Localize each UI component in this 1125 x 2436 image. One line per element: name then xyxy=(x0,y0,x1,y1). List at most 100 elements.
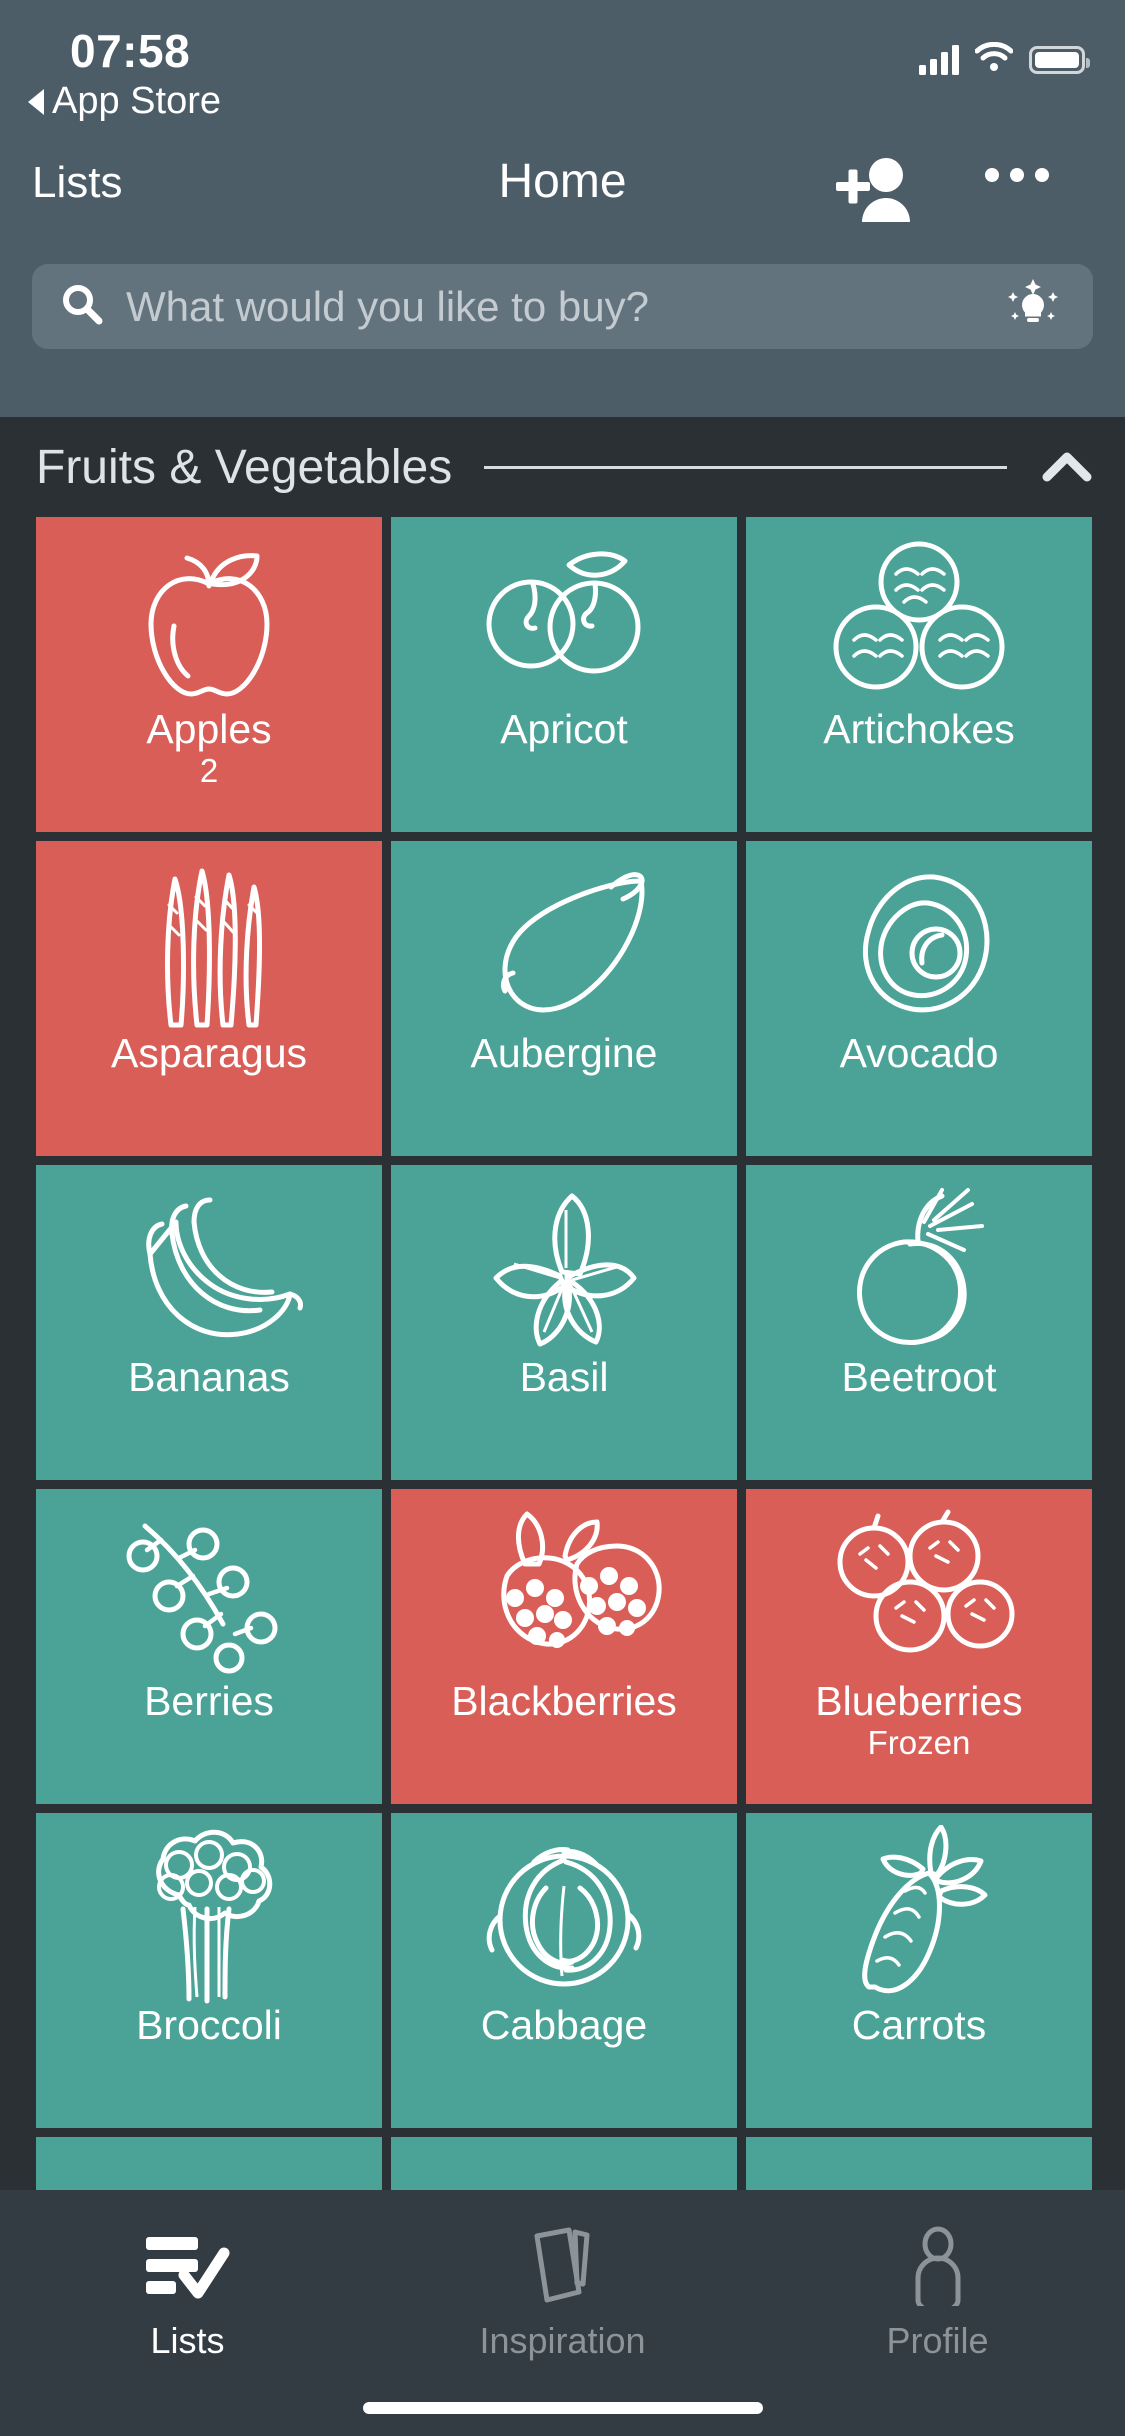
add-person-button[interactable] xyxy=(830,150,920,230)
home-indicator xyxy=(362,2402,763,2414)
item-name: Aubergine xyxy=(470,1030,658,1076)
bananas-icon xyxy=(36,1165,382,1355)
item-tile[interactable]: Blueberries Frozen xyxy=(746,1489,1092,1804)
top-chrome: 07:58 App Store Lists Home What would yo… xyxy=(0,0,1125,417)
search-input[interactable]: What would you like to buy? xyxy=(126,283,1003,331)
item-name: Basil xyxy=(519,1354,609,1400)
item-tile[interactable]: Asparagus xyxy=(36,841,382,1156)
item-labels: Cabbage xyxy=(391,2002,737,2048)
item-tile[interactable] xyxy=(36,2137,382,2190)
item-tile[interactable]: Bananas xyxy=(36,1165,382,1480)
more-dot xyxy=(1035,168,1049,182)
back-app-label: App Store xyxy=(52,80,221,122)
page-title: Home xyxy=(498,155,627,208)
item-name: Broccoli xyxy=(136,2002,282,2048)
tab-profile[interactable]: Profile xyxy=(750,2190,1125,2362)
item-tile[interactable]: Basil xyxy=(391,1165,737,1480)
item-labels: Apricot xyxy=(391,706,737,752)
item-tile[interactable]: Blackberries xyxy=(391,1489,737,1804)
item-tile[interactable]: Apples 2 xyxy=(36,517,382,832)
item-tile[interactable] xyxy=(746,2137,1092,2190)
item-labels: Berries xyxy=(36,1678,382,1724)
item-name: Apricot xyxy=(500,706,628,752)
avocado-icon xyxy=(746,841,1092,1031)
apple-icon xyxy=(36,517,382,707)
item-name: Cabbage xyxy=(480,2002,648,2048)
category-scroll-area[interactable]: Fruits & Vegetables Apples 2 Apricot Art… xyxy=(0,417,1125,2190)
item-tile[interactable]: Aubergine xyxy=(391,841,737,1156)
cabbage-icon xyxy=(391,1813,737,2003)
status-indicators xyxy=(919,41,1090,77)
section-title: Fruits & Vegetables xyxy=(36,440,453,494)
status-bar: 07:58 App Store xyxy=(0,0,1125,140)
item-tile[interactable]: Cabbage xyxy=(391,1813,737,2128)
search-icon xyxy=(60,282,104,331)
item-tile[interactable]: Apricot xyxy=(391,517,737,832)
item-subtitle: Frozen xyxy=(867,1724,971,1762)
broccoli-icon xyxy=(36,1813,382,2004)
item-tile[interactable]: Beetroot xyxy=(746,1165,1092,1480)
apricot-icon xyxy=(391,517,737,707)
item-tile[interactable]: Carrots xyxy=(746,1813,1092,2128)
item-labels: Basil xyxy=(391,1354,737,1400)
more-options-button[interactable] xyxy=(985,168,1049,182)
chevron-up-icon[interactable] xyxy=(1039,445,1095,489)
status-time: 07:58 xyxy=(70,25,191,77)
bottom-tab-bar: Lists Inspiration Profile xyxy=(0,2190,1125,2436)
item-labels: Carrots xyxy=(746,2002,1092,2048)
berries-icon xyxy=(36,1489,382,1679)
item-labels: Broccoli xyxy=(36,2002,382,2048)
cellular-signal-icon xyxy=(919,44,959,75)
item-icon xyxy=(36,2137,382,2190)
item-tile[interactable]: Broccoli xyxy=(36,1813,382,2128)
item-name: Berries xyxy=(144,1678,274,1724)
back-to-app-store[interactable]: App Store xyxy=(28,80,221,123)
item-tile[interactable]: Avocado xyxy=(746,841,1092,1156)
item-labels: Artichokes xyxy=(746,706,1092,752)
item-labels: Apples 2 xyxy=(36,707,382,790)
section-divider xyxy=(484,465,1007,469)
lightbulb-idea-icon[interactable] xyxy=(1003,274,1063,339)
blackberries-icon xyxy=(391,1489,737,1679)
item-icon xyxy=(391,2137,737,2190)
tab-inspiration[interactable]: Inspiration xyxy=(375,2190,750,2362)
item-labels: Beetroot xyxy=(746,1355,1092,1400)
item-tile[interactable]: Artichokes xyxy=(746,517,1092,832)
more-dot xyxy=(1010,168,1024,182)
item-name: Avocado xyxy=(839,1030,999,1076)
item-grid: Apples 2 Apricot Artichokes Asparagus Au… xyxy=(0,517,1125,2190)
item-name: Blackberries xyxy=(451,1678,677,1724)
search-bar[interactable]: What would you like to buy? xyxy=(32,264,1093,349)
carrots-icon xyxy=(746,1813,1092,2003)
item-labels: Aubergine xyxy=(391,1030,737,1076)
battery-icon xyxy=(1029,45,1090,74)
item-name: Bananas xyxy=(128,1354,290,1400)
item-tile[interactable] xyxy=(391,2137,737,2190)
artichokes-icon xyxy=(746,517,1092,707)
item-labels: Blackberries xyxy=(391,1678,737,1724)
item-name: Asparagus xyxy=(110,1030,307,1076)
section-header-fruits-vegetables[interactable]: Fruits & Vegetables xyxy=(0,417,1125,517)
item-tile[interactable]: Berries xyxy=(36,1489,382,1804)
asparagus-icon xyxy=(36,841,382,1031)
item-labels: Avocado xyxy=(746,1030,1092,1076)
tab-label: Lists xyxy=(150,2320,225,2361)
basil-icon xyxy=(391,1165,737,1355)
beetroot-icon xyxy=(746,1165,1092,1355)
tab-label: Profile xyxy=(886,2320,989,2361)
item-name: Apples xyxy=(146,706,272,752)
item-name: Carrots xyxy=(851,2002,987,2048)
blueberries-icon xyxy=(746,1489,1092,1679)
tab-label: Inspiration xyxy=(479,2320,646,2361)
person-icon xyxy=(892,2220,984,2312)
nav-bar: Lists Home xyxy=(0,150,1125,238)
more-dot xyxy=(985,168,999,182)
item-name: Blueberries xyxy=(815,1678,1023,1724)
item-labels: Asparagus xyxy=(36,1030,382,1076)
tab-lists[interactable]: Lists xyxy=(0,2190,375,2362)
wifi-icon xyxy=(974,41,1014,77)
item-name: Artichokes xyxy=(823,706,1015,752)
item-labels: Bananas xyxy=(36,1354,382,1400)
app-root: 07:58 App Store Lists Home What would yo… xyxy=(0,0,1125,2436)
back-triangle-icon xyxy=(28,88,44,115)
